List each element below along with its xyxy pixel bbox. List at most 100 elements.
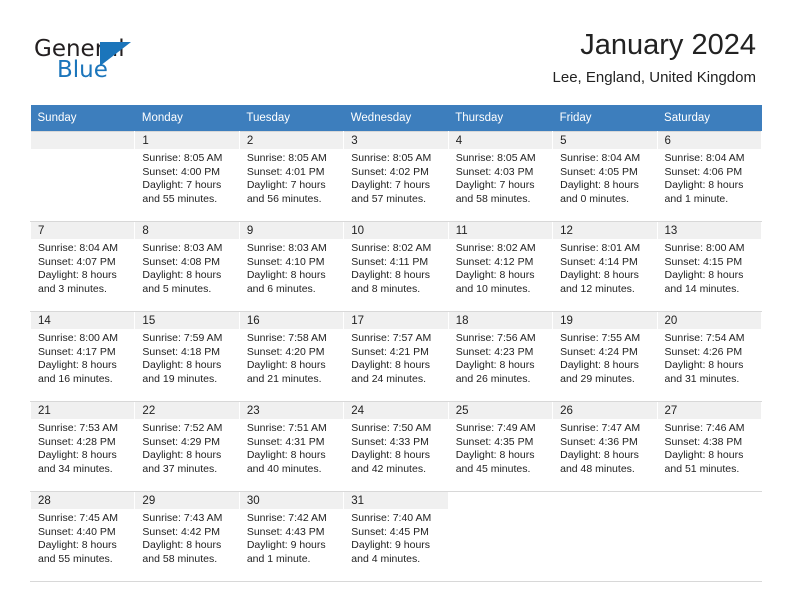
calendar-day-cell[interactable]: 11 Sunrise: 8:02 AM Sunset: 4:12 PM Dayligh… [447,221,554,312]
day-info-line: Sunrise: 7:54 AM [664,332,745,344]
day-info-line: Daylight: 8 hours [246,269,326,282]
day-sun-info: Sunrise: 8:04 AM Sunset: 4:06 PM Daylight:… [658,149,761,206]
day-info-line: Sunrise: 8:05 AM [351,152,432,164]
calendar-day-cell[interactable]: 12 Sunrise: 8:01 AM Sunset: 4:14 PM Dayligh… [552,221,658,312]
day-sun-info: Sunrise: 8:05 AM Sunset: 4:00 PM Daylight:… [135,149,238,206]
day-sun-info: Sunrise: 8:03 AM Sunset: 4:10 PM Daylight:… [240,239,343,296]
day-info-line: Sunset: 4:33 PM [351,435,429,448]
calendar-cell-inner: 30 Sunrise: 7:42 AM Sunset: 4:43 PM Dayligh… [239,492,344,581]
calendar-day-cell[interactable]: 23 Sunrise: 7:51 AM Sunset: 4:31 PM Dayligh… [238,401,345,492]
day-info-line: Daylight: 8 hours [142,539,222,552]
weekday-header-saturday: Saturday [657,105,762,132]
day-info-line: Daylight: 8 hours [246,449,326,462]
calendar-week-row: 21 Sunrise: 7:53 AM Sunset: 4:28 PM Dayligh… [29,401,763,492]
weekday-header-friday: Friday [552,105,658,132]
calendar-day-cell[interactable]: 8 Sunrise: 8:03 AM Sunset: 4:08 PM Daylight… [134,221,240,312]
day-info-line: Sunset: 4:03 PM [455,165,534,178]
calendar-cell-inner: 20 Sunrise: 7:54 AM Sunset: 4:26 PM Dayligh… [657,312,761,401]
calendar-day-cell[interactable]: 10 Sunrise: 8:02 AM Sunset: 4:11 PM Dayligh… [343,221,449,312]
calendar-day-cell[interactable]: 21 Sunrise: 7:53 AM Sunset: 4:28 PM Dayligh… [29,401,136,492]
day-sun-info: Sunrise: 8:05 AM Sunset: 4:03 PM Daylight:… [449,149,552,206]
day-sun-info: Sunrise: 7:58 AM Sunset: 4:20 PM Daylight:… [240,329,343,386]
day-number: 20 [657,312,761,329]
brand-logo[interactable]: General Blue [34,36,234,86]
calendar-day-cell[interactable]: 22 Sunrise: 7:52 AM Sunset: 4:29 PM Dayligh… [134,401,240,492]
day-info-line: and 58 minutes. [455,192,531,205]
day-info-line: and 24 minutes. [351,372,426,385]
calendar-cell-inner: 3 Sunrise: 8:05 AM Sunset: 4:02 PM Daylight… [344,132,448,221]
day-number: 13 [657,222,761,239]
day-info-line: Sunset: 4:18 PM [142,345,221,358]
calendar-cell-inner: 10 Sunrise: 8:02 AM Sunset: 4:11 PM Dayligh… [344,222,448,311]
calendar-cell-inner: 1 Sunrise: 8:05 AM Sunset: 4:00 PM Daylight… [135,132,239,221]
calendar-day-cell[interactable]: 28 Sunrise: 7:45 AM Sunset: 4:40 PM Dayligh… [29,491,136,582]
day-info-line: Sunset: 4:28 PM [38,435,116,448]
day-info-line: Sunrise: 7:47 AM [560,422,641,434]
day-sun-info: Sunrise: 8:05 AM Sunset: 4:01 PM Daylight:… [240,149,343,206]
day-info-line: and 55 minutes. [142,192,218,205]
calendar-day-cell[interactable]: 16 Sunrise: 7:58 AM Sunset: 4:20 PM Dayligh… [238,311,345,402]
calendar-head: Sunday Monday Tuesday Wednesday Thursday Frid… [30,105,762,132]
day-number: 3 [344,132,448,149]
calendar-page: General Blue January 2024 Lee, England, … [0,0,792,612]
calendar-day-cell[interactable]: 5 Sunrise: 8:04 AM Sunset: 4:05 PM Daylight… [552,131,658,222]
day-info-line: and 45 minutes. [455,462,531,475]
day-info-line: and 42 minutes. [351,462,426,475]
day-info-line: Sunset: 4:35 PM [455,435,534,448]
day-info-line: Daylight: 8 hours [142,359,222,372]
calendar-day-cell[interactable]: 25 Sunrise: 7:49 AM Sunset: 4:35 PM Dayligh… [447,401,554,492]
day-info-line: Sunset: 4:29 PM [142,435,221,448]
day-number: 27 [657,402,761,419]
calendar-cell-inner: 13 Sunrise: 8:00 AM Sunset: 4:15 PM Dayligh… [657,222,761,311]
calendar-cell-inner: 31 Sunrise: 7:40 AM Sunset: 4:45 PM Dayligh… [344,492,448,581]
calendar-cell-inner: 8 Sunrise: 8:03 AM Sunset: 4:08 PM Daylight… [135,222,239,311]
calendar-day-cell[interactable]: 17 Sunrise: 7:57 AM Sunset: 4:21 PM Dayligh… [343,311,449,402]
calendar-day-cell[interactable]: 26 Sunrise: 7:47 AM Sunset: 4:36 PM Dayligh… [552,401,658,492]
calendar-day-cell[interactable]: 9 Sunrise: 8:03 AM Sunset: 4:10 PM Daylight… [238,221,345,312]
calendar-day-cell[interactable]: 30 Sunrise: 7:42 AM Sunset: 4:43 PM Dayligh… [238,491,345,582]
calendar-day-cell[interactable]: 24 Sunrise: 7:50 AM Sunset: 4:33 PM Dayligh… [343,401,449,492]
calendar-day-cell[interactable]: 15 Sunrise: 7:59 AM Sunset: 4:18 PM Dayligh… [134,311,240,402]
day-info-line: Sunrise: 7:52 AM [142,422,223,434]
day-info-line: Sunrise: 7:59 AM [142,332,223,344]
day-info-line: Sunrise: 8:05 AM [246,152,327,164]
calendar-day-cell[interactable]: 29 Sunrise: 7:43 AM Sunset: 4:42 PM Dayligh… [134,491,240,582]
calendar-cell-inner: 23 Sunrise: 7:51 AM Sunset: 4:31 PM Dayligh… [239,402,344,491]
calendar-day-cell[interactable]: 6 Sunrise: 8:04 AM Sunset: 4:06 PM Daylight… [656,131,763,222]
calendar-day-cell[interactable]: 19 Sunrise: 7:55 AM Sunset: 4:24 PM Dayligh… [552,311,658,402]
day-info-line: Sunrise: 7:55 AM [560,332,641,344]
calendar-day-cell[interactable]: 20 Sunrise: 7:54 AM Sunset: 4:26 PM Dayligh… [656,311,763,402]
calendar-day-cell[interactable]: 27 Sunrise: 7:46 AM Sunset: 4:38 PM Dayligh… [656,401,763,492]
calendar-week-row: 1 Sunrise: 8:05 AM Sunset: 4:00 PM Daylight… [29,131,763,222]
day-number: 19 [553,312,657,329]
calendar-day-cell[interactable]: 18 Sunrise: 7:56 AM Sunset: 4:23 PM Dayligh… [447,311,554,402]
day-info-line: and 4 minutes. [351,552,421,565]
day-info-line: Sunrise: 7:45 AM [38,512,118,524]
day-info-line: and 3 minutes. [38,282,107,295]
day-info-line: Sunset: 4:38 PM [664,435,743,448]
calendar-cell-inner: 9 Sunrise: 8:03 AM Sunset: 4:10 PM Daylight… [239,222,344,311]
day-sun-info: Sunrise: 7:59 AM Sunset: 4:18 PM Daylight:… [135,329,238,386]
day-number [31,132,135,149]
day-info-line: and 21 minutes. [246,372,322,385]
calendar-day-cell[interactable]: 4 Sunrise: 8:05 AM Sunset: 4:03 PM Daylight… [447,131,554,222]
calendar-day-cell[interactable]: 13 Sunrise: 8:00 AM Sunset: 4:15 PM Dayligh… [656,221,763,312]
calendar-day-cell[interactable]: 3 Sunrise: 8:05 AM Sunset: 4:02 PM Daylight… [343,131,449,222]
day-info-line: Daylight: 8 hours [351,269,431,282]
day-number: 6 [657,132,761,149]
day-sun-info: Sunrise: 7:51 AM Sunset: 4:31 PM Daylight:… [240,419,343,476]
calendar-day-cell[interactable]: 14 Sunrise: 8:00 AM Sunset: 4:17 PM Dayligh… [29,311,136,402]
day-info-line: Sunset: 4:15 PM [664,255,743,268]
day-info-line: Sunset: 4:42 PM [142,525,221,538]
calendar-cell-inner: 25 Sunrise: 7:49 AM Sunset: 4:35 PM Dayligh… [448,402,553,491]
day-sun-info: Sunrise: 7:50 AM Sunset: 4:33 PM Daylight:… [344,419,447,476]
calendar-day-cell[interactable]: 2 Sunrise: 8:05 AM Sunset: 4:01 PM Daylight… [238,131,345,222]
calendar-day-cell[interactable]: 31 Sunrise: 7:40 AM Sunset: 4:45 PM Dayligh… [343,491,449,582]
day-info-line: Daylight: 8 hours [664,179,744,192]
calendar-day-cell[interactable]: 1 Sunrise: 8:05 AM Sunset: 4:00 PM Daylight… [134,131,240,222]
day-info-line: Daylight: 8 hours [455,449,535,462]
day-info-line: Daylight: 7 hours [455,179,535,192]
day-info-line: Daylight: 8 hours [38,359,117,372]
day-info-line: and 51 minutes. [664,462,740,475]
calendar-day-cell[interactable]: 7 Sunrise: 8:04 AM Sunset: 4:07 PM Daylight… [29,221,136,312]
